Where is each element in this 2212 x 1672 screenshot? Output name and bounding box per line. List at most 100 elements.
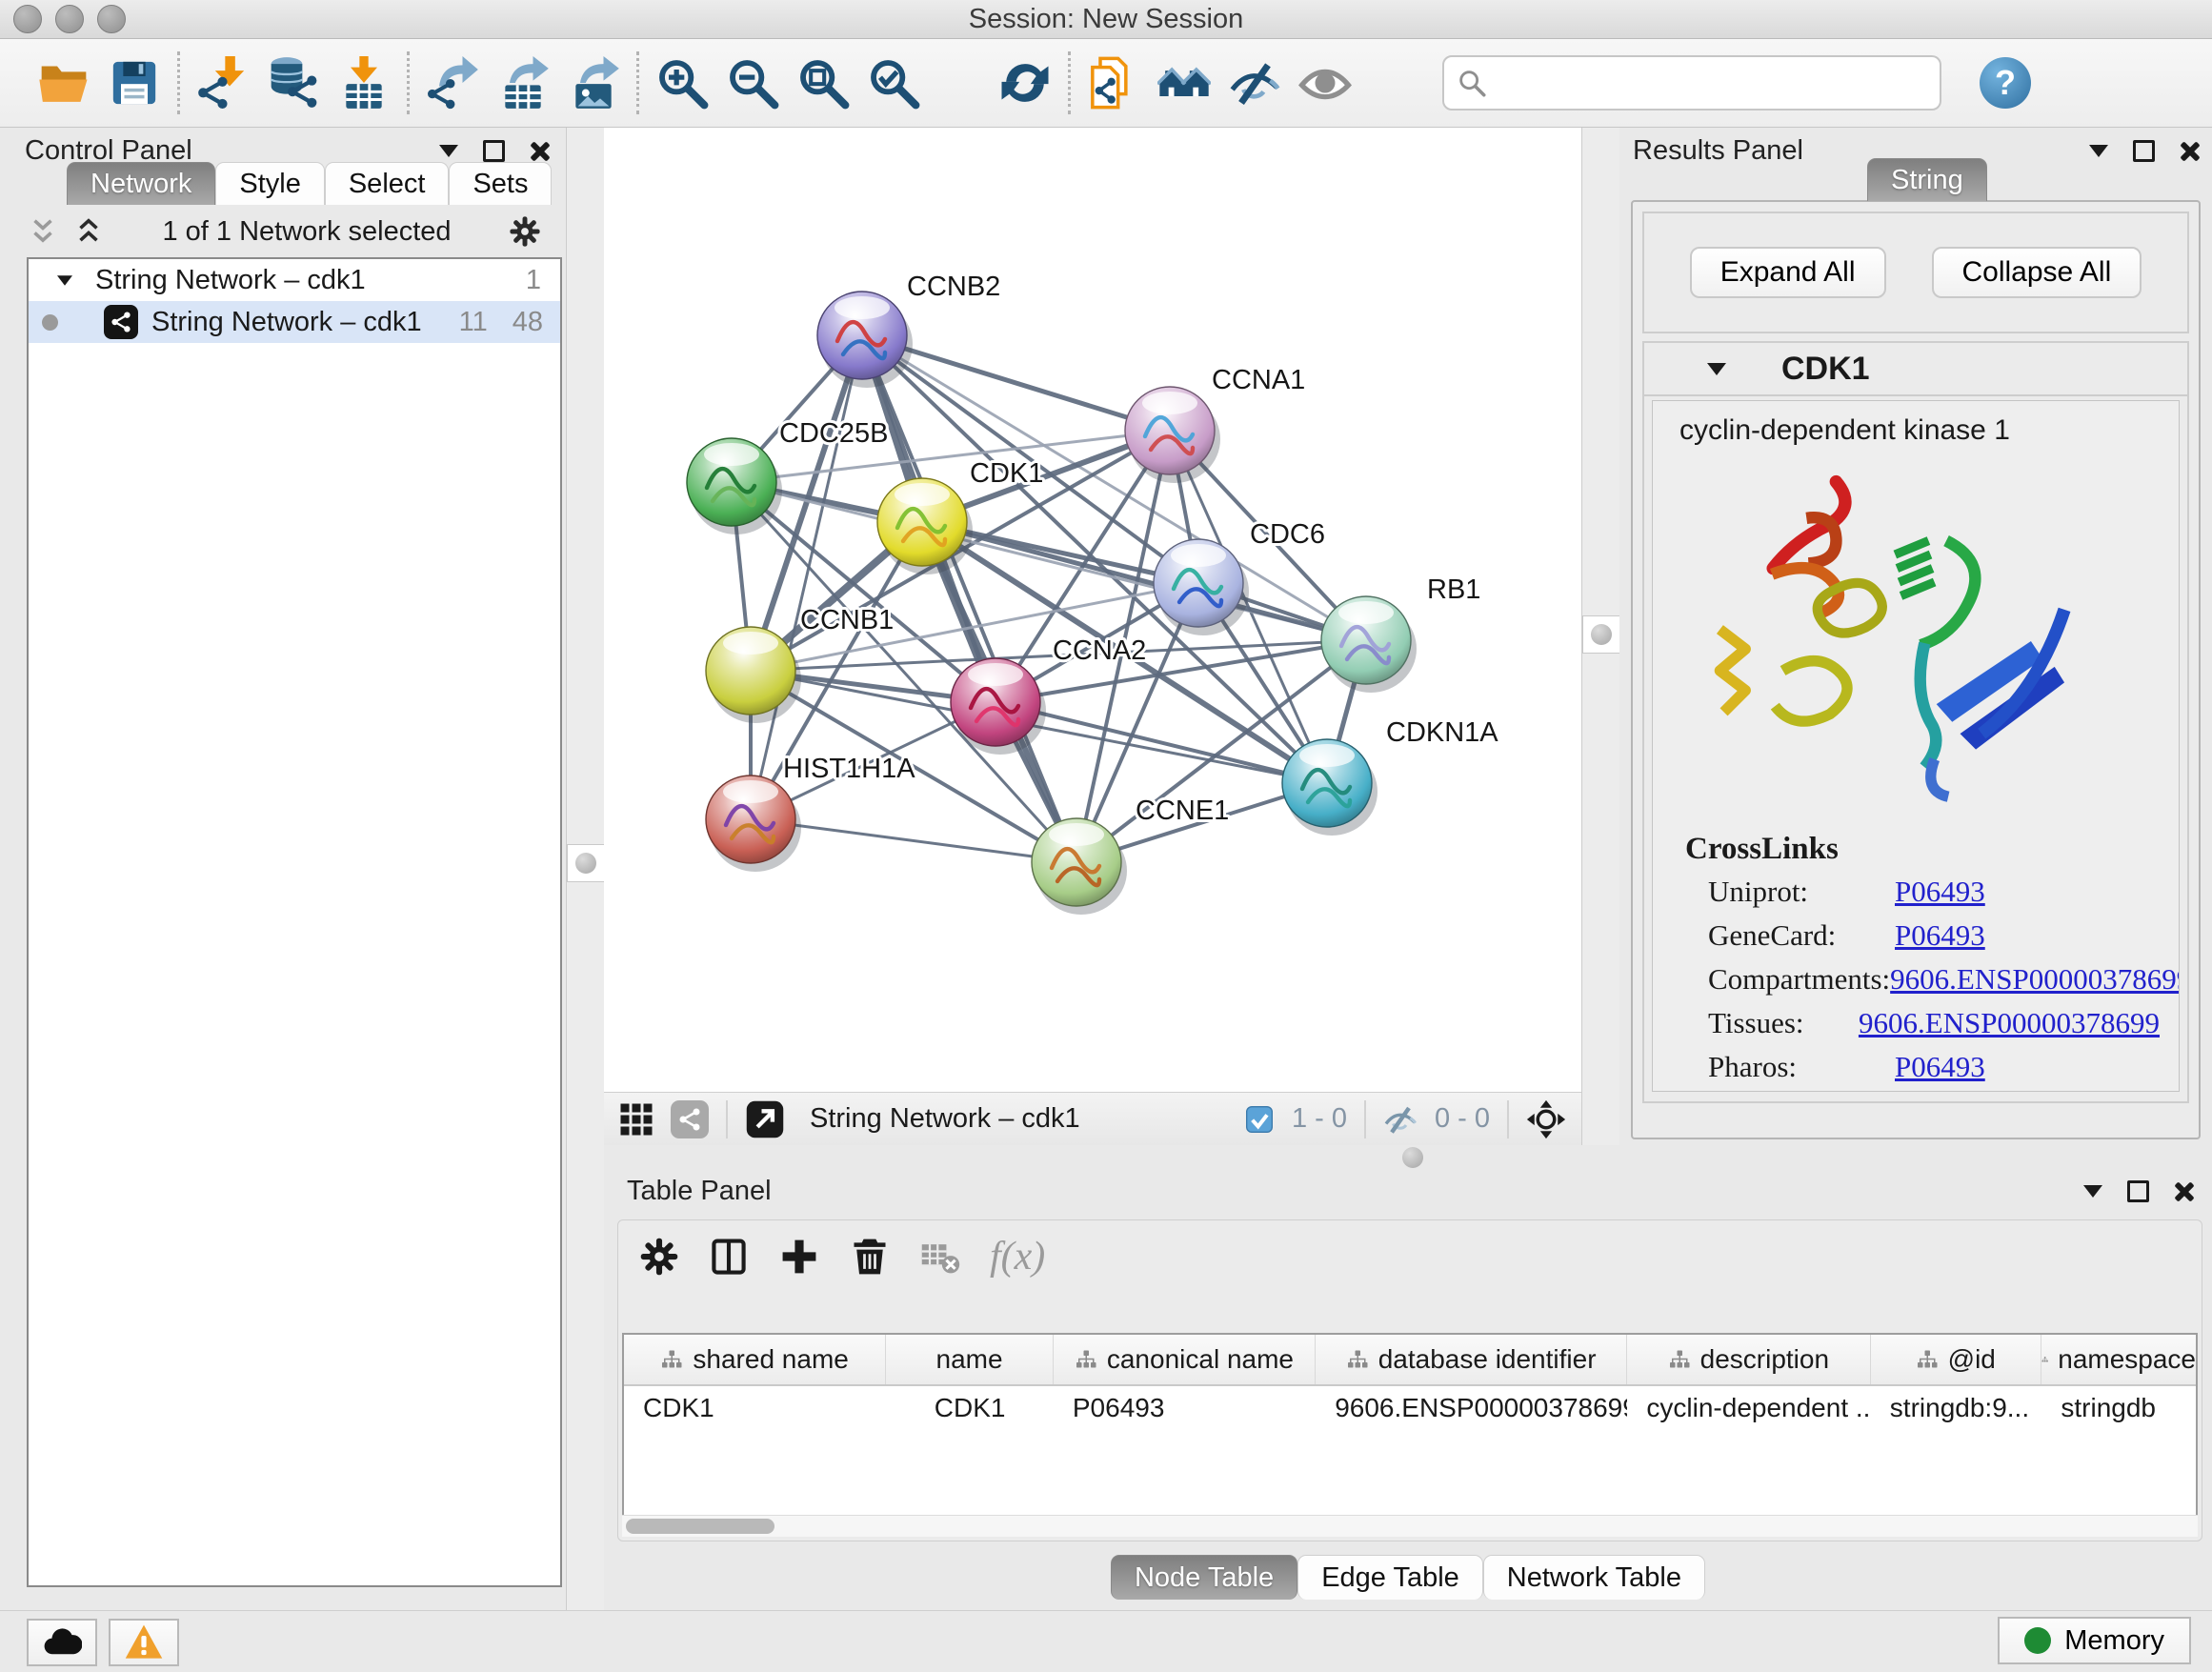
export-network-button[interactable] — [417, 48, 488, 118]
panel-float-icon[interactable] — [2127, 1180, 2149, 1202]
show-columns-icon[interactable] — [708, 1236, 750, 1278]
crosslink-link[interactable]: P06493 — [1895, 1050, 1985, 1084]
show-selected-button[interactable] — [1290, 48, 1360, 118]
column-header[interactable]: description — [1627, 1335, 1870, 1384]
export-table-button[interactable] — [488, 48, 558, 118]
import-table-button[interactable] — [329, 48, 399, 118]
panel-close-icon[interactable] — [530, 142, 549, 161]
birdseye-crosshair-icon[interactable] — [1526, 1099, 1566, 1139]
refresh-button[interactable] — [990, 48, 1060, 118]
crosslink-link[interactable]: 9606.ENSP00000378699 — [1890, 962, 2180, 997]
gene-details: cyclin-dependent kinase 1 — [1652, 400, 2180, 1092]
column-header[interactable]: database identifier — [1316, 1335, 1627, 1384]
memory-button[interactable]: Memory — [1998, 1617, 2191, 1664]
toolbar-search — [1442, 55, 1941, 111]
import-network-database-button[interactable] — [258, 48, 329, 118]
tab-edge-table[interactable]: Edge Table — [1297, 1555, 1483, 1600]
crosslink-link[interactable]: P06493 — [1895, 918, 1985, 953]
networks-overview-button[interactable] — [1149, 48, 1219, 118]
tab-sets[interactable]: Sets — [449, 162, 552, 205]
export-image-button[interactable] — [558, 48, 629, 118]
tab-style[interactable]: Style — [215, 162, 324, 205]
panel-menu-icon[interactable] — [439, 145, 458, 157]
table-row[interactable]: CDK1 CDK1 P06493 9606.ENSP00000378699 cy… — [624, 1386, 2196, 1430]
tab-select[interactable]: Select — [325, 162, 450, 205]
column-header[interactable]: shared name — [624, 1335, 886, 1384]
column-header[interactable]: namespace — [2041, 1335, 2196, 1384]
panel-close-icon[interactable] — [2180, 142, 2199, 161]
panel-float-icon[interactable] — [2133, 140, 2155, 162]
network-options-gear-icon[interactable] — [509, 215, 541, 248]
cell-id: stringdb:9... — [1871, 1386, 2042, 1430]
collapse-all-button[interactable]: Collapse All — [1932, 247, 2142, 298]
panel-close-icon[interactable] — [2174, 1182, 2193, 1201]
zoom-out-button[interactable] — [717, 48, 788, 118]
svg-text:CCNA2: CCNA2 — [1053, 635, 1146, 666]
right-splitter-handle[interactable] — [1582, 615, 1620, 654]
grid-view-icon[interactable] — [619, 1102, 654, 1137]
left-splitter-handle[interactable] — [567, 844, 605, 882]
table-horizontal-scrollbar[interactable] — [622, 1515, 2198, 1537]
zoom-in-button[interactable] — [647, 48, 717, 118]
svg-text:CDKN1A: CDKN1A — [1386, 717, 1498, 748]
table-settings-gear-icon[interactable] — [639, 1237, 679, 1277]
cloud-status-button[interactable] — [27, 1619, 97, 1666]
network-tree: String Network – cdk1 1 String Network –… — [27, 257, 562, 1587]
tab-network-table[interactable]: Network Table — [1483, 1555, 1705, 1600]
search-input[interactable] — [1488, 67, 1928, 99]
panel-menu-icon[interactable] — [2083, 1185, 2102, 1198]
hide-selected-button[interactable] — [1219, 48, 1290, 118]
toolbar-separator — [1068, 51, 1071, 114]
crosslink-link[interactable]: P06493 — [1895, 875, 1985, 909]
tab-node-table[interactable]: Node Table — [1111, 1555, 1297, 1600]
memory-label: Memory — [2064, 1625, 2164, 1657]
network-node-hist1h1a: HIST1H1A — [706, 754, 915, 872]
help-button[interactable]: ? — [1980, 57, 2031, 109]
panel-float-icon[interactable] — [483, 140, 505, 162]
horizontal-splitter-handle[interactable] — [1402, 1147, 1423, 1168]
zoom-selected-button[interactable] — [858, 48, 929, 118]
collapse-all-icon[interactable] — [27, 215, 59, 248]
expand-all-button[interactable]: Expand All — [1690, 247, 1886, 298]
save-session-button[interactable] — [99, 48, 170, 118]
share-view-icon[interactable] — [671, 1100, 709, 1138]
gene-section: CDK1 cyclin-dependent kinase 1 — [1642, 341, 2189, 1103]
open-external-icon[interactable] — [745, 1099, 785, 1139]
panel-menu-icon[interactable] — [2089, 145, 2108, 157]
memory-status-dot — [2024, 1627, 2051, 1654]
zoom-selected-icon — [867, 56, 920, 110]
left-splitter[interactable] — [566, 128, 606, 1610]
svg-text:RB1: RB1 — [1427, 574, 1480, 605]
selected-checkbox-icon[interactable] — [1244, 1104, 1275, 1135]
column-header[interactable]: name — [886, 1335, 1054, 1384]
column-header[interactable]: @id — [1871, 1335, 2042, 1384]
network-canvas[interactable]: CCNB2CCNA1CDC25BCDK1CDC6RB1CCNB1CCNA2CDK… — [604, 128, 1581, 1092]
network-collection-row[interactable]: String Network – cdk1 1 — [29, 259, 560, 301]
add-column-icon[interactable] — [778, 1236, 820, 1278]
import-network-icon — [196, 56, 250, 110]
scrollbar-thumb[interactable] — [626, 1519, 774, 1534]
gene-section-header[interactable]: CDK1 — [1644, 343, 2187, 396]
tab-string[interactable]: String — [1867, 158, 1987, 201]
tab-network[interactable]: Network — [67, 162, 215, 205]
import-network-file-button[interactable] — [188, 48, 258, 118]
node-count: 11 — [459, 307, 488, 338]
open-session-button[interactable] — [29, 48, 99, 118]
horizontal-splitter[interactable] — [604, 1145, 2212, 1170]
crosslink-link[interactable]: 9606.ENSP00000378699 — [1859, 1006, 2160, 1040]
delete-column-trash-icon[interactable] — [849, 1236, 891, 1278]
column-header[interactable]: canonical name — [1054, 1335, 1316, 1384]
network-node-ccne1: CCNE1 — [1032, 796, 1229, 915]
string-document-button[interactable] — [1078, 48, 1149, 118]
expand-all-icon[interactable] — [72, 215, 105, 248]
hidden-eye-icon[interactable] — [1383, 1102, 1418, 1137]
tree-expander-icon[interactable] — [57, 275, 72, 285]
section-expander-icon[interactable] — [1707, 363, 1726, 375]
zoom-fit-button[interactable] — [788, 48, 858, 118]
warnings-button[interactable] — [109, 1619, 179, 1666]
crosslink-label: Compartments: — [1685, 962, 1890, 997]
status-bar: Memory — [0, 1610, 2212, 1672]
right-splitter[interactable] — [1581, 128, 1621, 1145]
crosslink-label: Uniprot: — [1685, 875, 1895, 909]
network-row[interactable]: String Network – cdk1 11 48 — [29, 301, 560, 343]
